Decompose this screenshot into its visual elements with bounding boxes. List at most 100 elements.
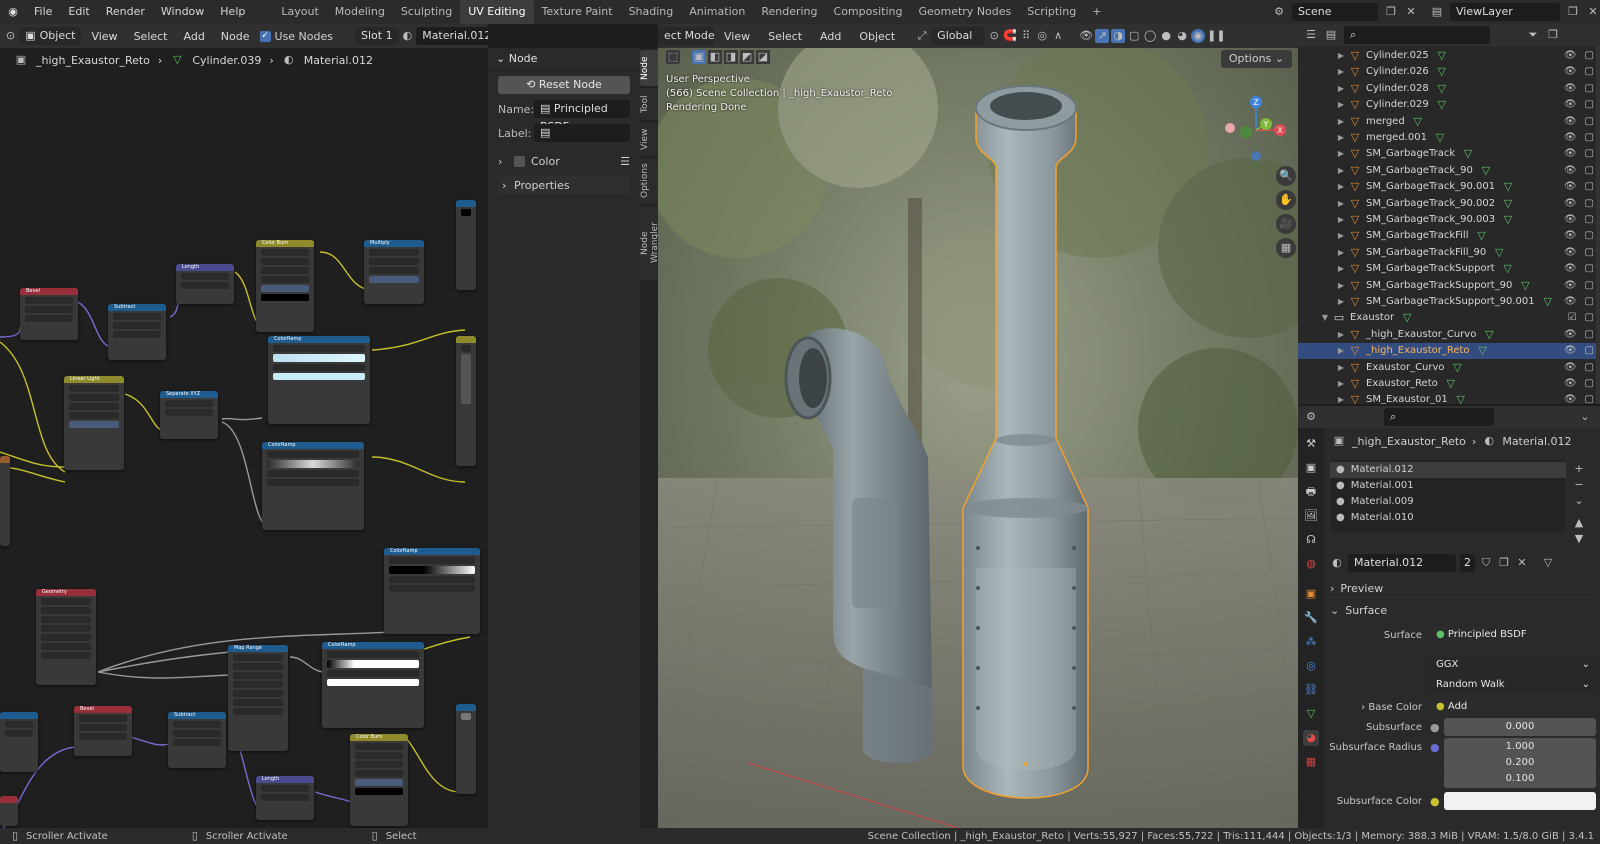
display-mode-icon[interactable]: ▤ — [1324, 28, 1338, 42]
color-subpanel[interactable]: › Color ☰ — [498, 152, 630, 170]
visibility-eye-icon[interactable]: 👁 — [1564, 376, 1577, 392]
chevron-right-icon[interactable]: ▶ — [1334, 179, 1348, 195]
visibility-eye-icon[interactable]: 👁 — [1564, 261, 1577, 277]
tab-compositing[interactable]: Compositing — [826, 0, 911, 24]
material-users-count[interactable]: 2 — [1460, 554, 1475, 572]
distribution-dropdown[interactable]: GGX ⌄ — [1430, 656, 1596, 674]
camera-render-icon[interactable]: ▢ — [1585, 212, 1594, 228]
material-slot-item[interactable]: ● Material.009 — [1330, 494, 1566, 510]
outliner-row[interactable]: ▶ ▽ SM_GarbageTrackSupport ▽ 👁 ▢ — [1298, 261, 1600, 277]
node-color-burn[interactable]: Color Burn — [256, 240, 314, 332]
chevron-down-icon[interactable]: ⌄ — [1572, 494, 1586, 508]
tab-geometry-nodes[interactable]: Geometry Nodes — [910, 0, 1019, 24]
outliner-row[interactable]: ▶ ▽ Cylinder.029 ▽ 👁 ▢ — [1298, 97, 1600, 113]
subsurface-method-dropdown[interactable]: Random Walk ⌄ — [1430, 676, 1596, 694]
viewlayer-icon[interactable]: ▤ — [1430, 5, 1444, 19]
outliner-row[interactable]: ▶ ▽ _high_Exaustor_Curvo ▽ 👁 ▢ — [1298, 327, 1600, 343]
material-slot-item[interactable]: ● Material.012 — [1330, 462, 1566, 478]
node-partial-left[interactable] — [0, 796, 18, 826]
visibility-eye-icon[interactable]: 👁 — [1564, 360, 1577, 376]
list-icon[interactable]: ☰ — [620, 155, 630, 168]
outliner-row[interactable]: ▼ ▭ Exaustor ▽ ☑ ▢ — [1298, 310, 1600, 326]
visibility-eye-icon[interactable]: 👁 — [1564, 97, 1577, 113]
tool-select-icon[interactable]: ⬚ — [666, 50, 680, 64]
chevron-right-icon[interactable]: ▶ — [1334, 64, 1348, 80]
node-partial-right[interactable] — [456, 200, 476, 290]
move-up-icon[interactable]: ▲ — [1572, 516, 1586, 530]
3d-viewport[interactable]: ect Mode View Select Add Object ⤢ Global… — [658, 24, 1298, 828]
subsurface-field[interactable]: 0.000 — [1444, 718, 1596, 736]
modifier-wrench-icon[interactable]: 🔧 — [1303, 610, 1319, 626]
material-slot-item[interactable]: ● Material.001 — [1330, 478, 1566, 494]
camera-render-icon[interactable]: ▢ — [1585, 48, 1594, 64]
camera-render-icon[interactable]: ▢ — [1585, 310, 1594, 326]
visibility-eye-icon[interactable]: 👁 — [1564, 245, 1577, 261]
outliner-row[interactable]: ▶ ▽ SM_GarbageTrackFill ▽ 👁 ▢ — [1298, 228, 1600, 244]
node-map-range[interactable]: Map Range — [228, 645, 288, 751]
camera-render-icon[interactable]: ▢ — [1585, 360, 1594, 376]
node-color-burn[interactable]: Color Burn — [350, 734, 408, 826]
filter-icon[interactable]: ⏷ — [1526, 28, 1540, 42]
tab-rendering[interactable]: Rendering — [753, 0, 825, 24]
particles-icon[interactable]: ⁂ — [1303, 634, 1319, 650]
move-down-icon[interactable]: ▼ — [1572, 532, 1586, 546]
object-mode-dropdown[interactable]: ▣ Object — [19, 27, 82, 45]
outliner-row[interactable]: ▶ ▽ SM_GarbageTrack_90 ▽ 👁 ▢ — [1298, 163, 1600, 179]
camera-render-icon[interactable]: ▢ — [1585, 392, 1594, 404]
chevron-right-icon[interactable]: ▶ — [1334, 97, 1348, 113]
scene-icon[interactable]: ☊ — [1303, 532, 1319, 548]
tab-modeling[interactable]: Modeling — [327, 0, 393, 24]
outliner-row[interactable]: ▶ ▽ SM_GarbageTrack_90.001 ▽ 👁 ▢ — [1298, 179, 1600, 195]
falloff-icon[interactable]: ∧ — [1051, 29, 1065, 43]
node-partial-left[interactable] — [0, 456, 10, 546]
editor-type-icon[interactable]: ⚙ — [1304, 410, 1318, 424]
tool-icon[interactable]: ⚒ — [1303, 436, 1319, 452]
camera-render-icon[interactable]: ▢ — [1585, 327, 1594, 343]
camera-render-icon[interactable]: ▢ — [1585, 196, 1594, 212]
remove-slot-icon[interactable]: − — [1572, 478, 1586, 492]
editor-type-icon[interactable]: ⊙ — [6, 29, 15, 43]
camera-render-icon[interactable]: ▢ — [1585, 163, 1594, 179]
chevron-right-icon[interactable]: ▶ — [1334, 212, 1348, 228]
menu-render[interactable]: Render — [98, 0, 153, 24]
node-length[interactable]: Length — [256, 776, 314, 820]
chevron-right-icon[interactable]: ▶ — [1334, 327, 1348, 343]
camera-render-icon[interactable]: ▢ — [1585, 294, 1594, 310]
view-layer-icon[interactable]: 🖼 — [1303, 508, 1319, 524]
tab-scripting[interactable]: Scripting — [1019, 0, 1084, 24]
outliner-row[interactable]: ▶ ▽ Exaustor_Curvo ▽ 👁 ▢ — [1298, 360, 1600, 376]
outliner-row[interactable]: ▶ ▽ Cylinder.028 ▽ 👁 ▢ — [1298, 81, 1600, 97]
visibility-eye-icon[interactable]: 👁 — [1564, 163, 1577, 179]
outliner-row[interactable]: ▶ ▽ SM_GarbageTrack_90.003 ▽ 👁 ▢ — [1298, 212, 1600, 228]
select-extend-icon[interactable]: ◧ — [708, 50, 722, 64]
menu-view[interactable]: View — [716, 30, 758, 43]
visibility-eye-icon[interactable]: 👁 — [1564, 278, 1577, 294]
menu-object[interactable]: Object — [851, 30, 903, 43]
menu-node[interactable]: Node — [215, 30, 256, 43]
tab-shading[interactable]: Shading — [621, 0, 682, 24]
chevron-right-icon[interactable]: ▶ — [1334, 294, 1348, 310]
name-field[interactable]: ▤ Principled BSDF — [534, 100, 630, 133]
outliner-row[interactable]: ▶ ▽ SM_GarbageTrackSupport_90.001 ▽ 👁 ▢ — [1298, 294, 1600, 310]
material-browse-icon[interactable]: ◐ — [1330, 556, 1344, 570]
material-icon[interactable]: ◕ — [1303, 730, 1319, 746]
node-colorramp[interactable]: ColorRamp — [262, 442, 364, 530]
link-mode-icon[interactable]: ▽ — [1541, 556, 1555, 570]
camera-render-icon[interactable]: ▢ — [1585, 81, 1594, 97]
zoom-icon[interactable]: 🔍 — [1276, 166, 1296, 186]
mesh-data-icon[interactable]: ▽ — [1303, 706, 1319, 722]
transform-orientation-icon[interactable]: ⤢ — [915, 29, 929, 43]
surface-panel-header[interactable]: ⌄ Surface — [1330, 602, 1592, 620]
properties-subpanel[interactable]: › Properties — [498, 176, 630, 194]
tab-uv-editing[interactable]: UV Editing — [460, 0, 534, 24]
outliner-row[interactable]: ▶ ▽ SM_GarbageTrackSupport_90 ▽ 👁 ▢ — [1298, 278, 1600, 294]
node-subtract[interactable]: Subtract — [168, 712, 226, 768]
delete-viewlayer-icon[interactable]: ✕ — [1586, 5, 1600, 19]
base-color-field[interactable]: ● Add — [1430, 698, 1596, 716]
visibility-eye-icon[interactable]: 👁 — [1564, 114, 1577, 130]
node-colorramp[interactable]: ColorRamp — [268, 336, 370, 424]
reset-node-button[interactable]: ⟲ Reset Node — [498, 76, 630, 94]
chevron-right-icon[interactable]: ▶ — [1334, 228, 1348, 244]
pause-icon[interactable]: ❚❚ — [1207, 29, 1225, 43]
visibility-eye-icon[interactable]: 👁 — [1564, 294, 1577, 310]
